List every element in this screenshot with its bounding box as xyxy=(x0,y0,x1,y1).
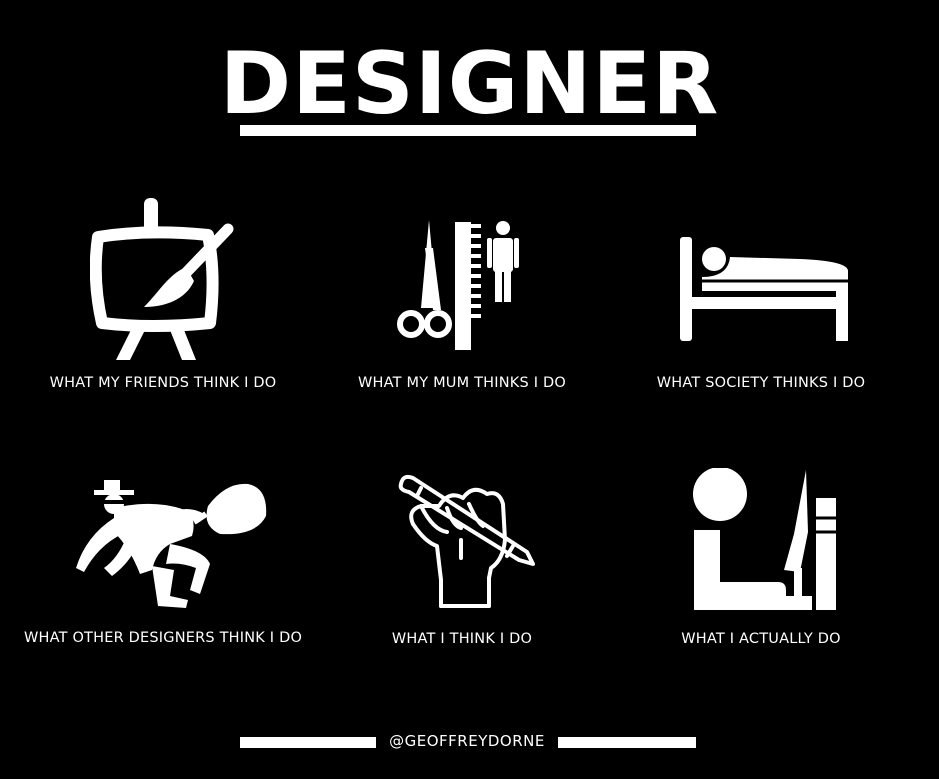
title-underline xyxy=(240,125,696,136)
page-title: DESIGNER xyxy=(219,34,720,134)
thief-with-sack-icon xyxy=(76,480,267,608)
scissors-comb-person-icon xyxy=(397,220,519,350)
footer-bar-right xyxy=(558,737,696,748)
caption-what-i-actually-do: WHAT I ACTUALLY DO xyxy=(681,631,841,647)
easel-paintbrush-icon xyxy=(90,198,234,360)
caption-other-designers: WHAT OTHER DESIGNERS THINK I DO xyxy=(23,630,303,646)
caption-what-i-think: WHAT I THINK I DO xyxy=(391,631,533,647)
footer-handle: @GEOFFREYDORNE xyxy=(389,732,545,750)
caption-society: WHAT SOCIETY THINKS I DO xyxy=(656,375,866,391)
fist-holding-pencil-icon xyxy=(398,474,535,608)
caption-mum: WHAT MY MUM THINKS I DO xyxy=(358,375,566,391)
person-at-computer-icon xyxy=(693,468,836,610)
caption-friends: WHAT MY FRIENDS THINK I DO xyxy=(49,375,277,391)
footer-bar-left xyxy=(240,737,376,748)
person-in-bed-icon xyxy=(680,237,848,341)
